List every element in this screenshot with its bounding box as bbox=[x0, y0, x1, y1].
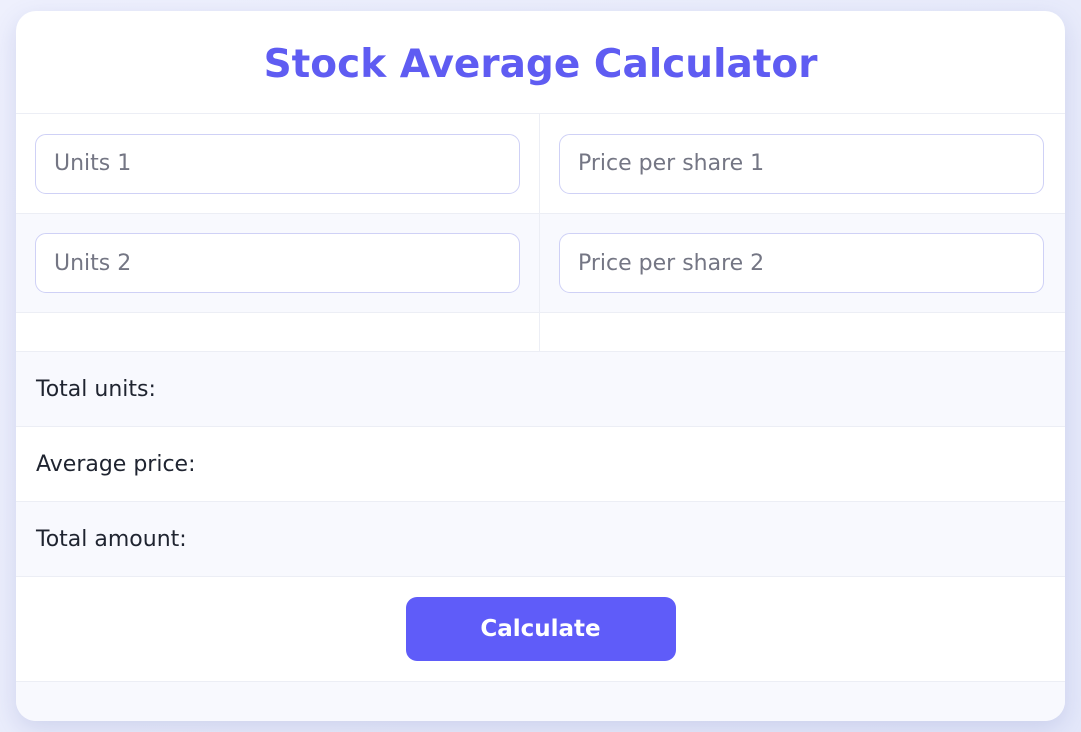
footer-row bbox=[16, 682, 1065, 721]
input-row-2 bbox=[16, 214, 1065, 313]
units-2-cell bbox=[16, 214, 540, 312]
price-per-share-1-input[interactable] bbox=[559, 133, 1044, 194]
action-row: Calculate bbox=[16, 577, 1065, 682]
input-row-1 bbox=[16, 114, 1065, 214]
units-1-cell bbox=[16, 114, 540, 213]
calculate-button[interactable]: Calculate bbox=[405, 597, 676, 661]
units-2-input[interactable] bbox=[35, 233, 520, 293]
total-units-label: Total units: bbox=[36, 376, 156, 402]
price-2-cell bbox=[540, 214, 1065, 312]
header: Stock Average Calculator bbox=[16, 11, 1065, 114]
average-price-row: Average price: bbox=[16, 427, 1065, 502]
price-per-share-2-input[interactable] bbox=[559, 233, 1044, 293]
units-1-input[interactable] bbox=[35, 133, 520, 194]
total-amount-label: Total amount: bbox=[36, 526, 187, 552]
empty-row bbox=[16, 313, 1065, 352]
page-title: Stock Average Calculator bbox=[263, 41, 818, 87]
price-1-cell bbox=[540, 114, 1065, 213]
empty-cell-right bbox=[540, 313, 1065, 351]
empty-cell-left bbox=[16, 313, 540, 351]
total-amount-row: Total amount: bbox=[16, 502, 1065, 577]
calculator-card: Stock Average Calculator Total units: Av… bbox=[16, 11, 1065, 721]
total-units-row: Total units: bbox=[16, 352, 1065, 427]
average-price-label: Average price: bbox=[36, 451, 196, 477]
